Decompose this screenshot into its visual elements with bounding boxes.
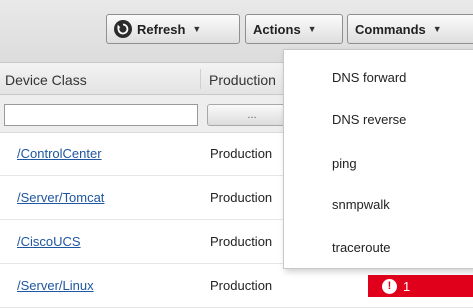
chevron-down-icon: ▼ [192, 24, 202, 34]
column-header-device-class[interactable]: Device Class [5, 72, 87, 88]
refresh-button[interactable]: Refresh ▼ [106, 14, 240, 44]
device-class-link[interactable]: /ControlCenter [17, 146, 102, 161]
device-class-link[interactable]: /Server/Tomcat [17, 190, 104, 205]
event-count: 1 [403, 278, 411, 294]
production-state: Production [210, 234, 273, 249]
refresh-icon [114, 20, 132, 38]
commands-label: Commands [355, 21, 426, 37]
chevron-down-icon: ▼ [432, 24, 442, 34]
device-class-link[interactable]: /Server/Linux [17, 278, 94, 293]
critical-event-badge[interactable]: ! 1 [368, 275, 473, 297]
commands-menu: DNS forward DNS reverse ping snmpwalk tr… [283, 49, 473, 269]
menu-item-dns-forward[interactable]: DNS forward [332, 70, 406, 85]
column-divider[interactable] [200, 69, 201, 89]
column-header-production[interactable]: Production [209, 72, 276, 88]
menu-item-ping[interactable]: ping [332, 156, 357, 171]
production-state: Production [210, 278, 273, 293]
device-class-link[interactable]: /CiscoUCS [17, 234, 81, 249]
device-class-filter-input[interactable] [4, 104, 198, 126]
production-state: Production [210, 146, 273, 161]
alert-icon: ! [382, 278, 397, 294]
actions-button[interactable]: Actions ▼ [245, 14, 343, 44]
commands-button[interactable]: Commands ▼ [347, 14, 473, 44]
chevron-down-icon: ▼ [307, 24, 317, 34]
table-row[interactable]: /Server/Linux Production ! 1 [0, 265, 473, 308]
production-state: Production [210, 190, 273, 205]
menu-item-snmpwalk[interactable]: snmpwalk [332, 197, 390, 212]
menu-item-dns-reverse[interactable]: DNS reverse [332, 112, 406, 127]
menu-item-traceroute[interactable]: traceroute [332, 240, 391, 255]
actions-label: Actions [253, 21, 301, 37]
refresh-label: Refresh [137, 21, 186, 37]
